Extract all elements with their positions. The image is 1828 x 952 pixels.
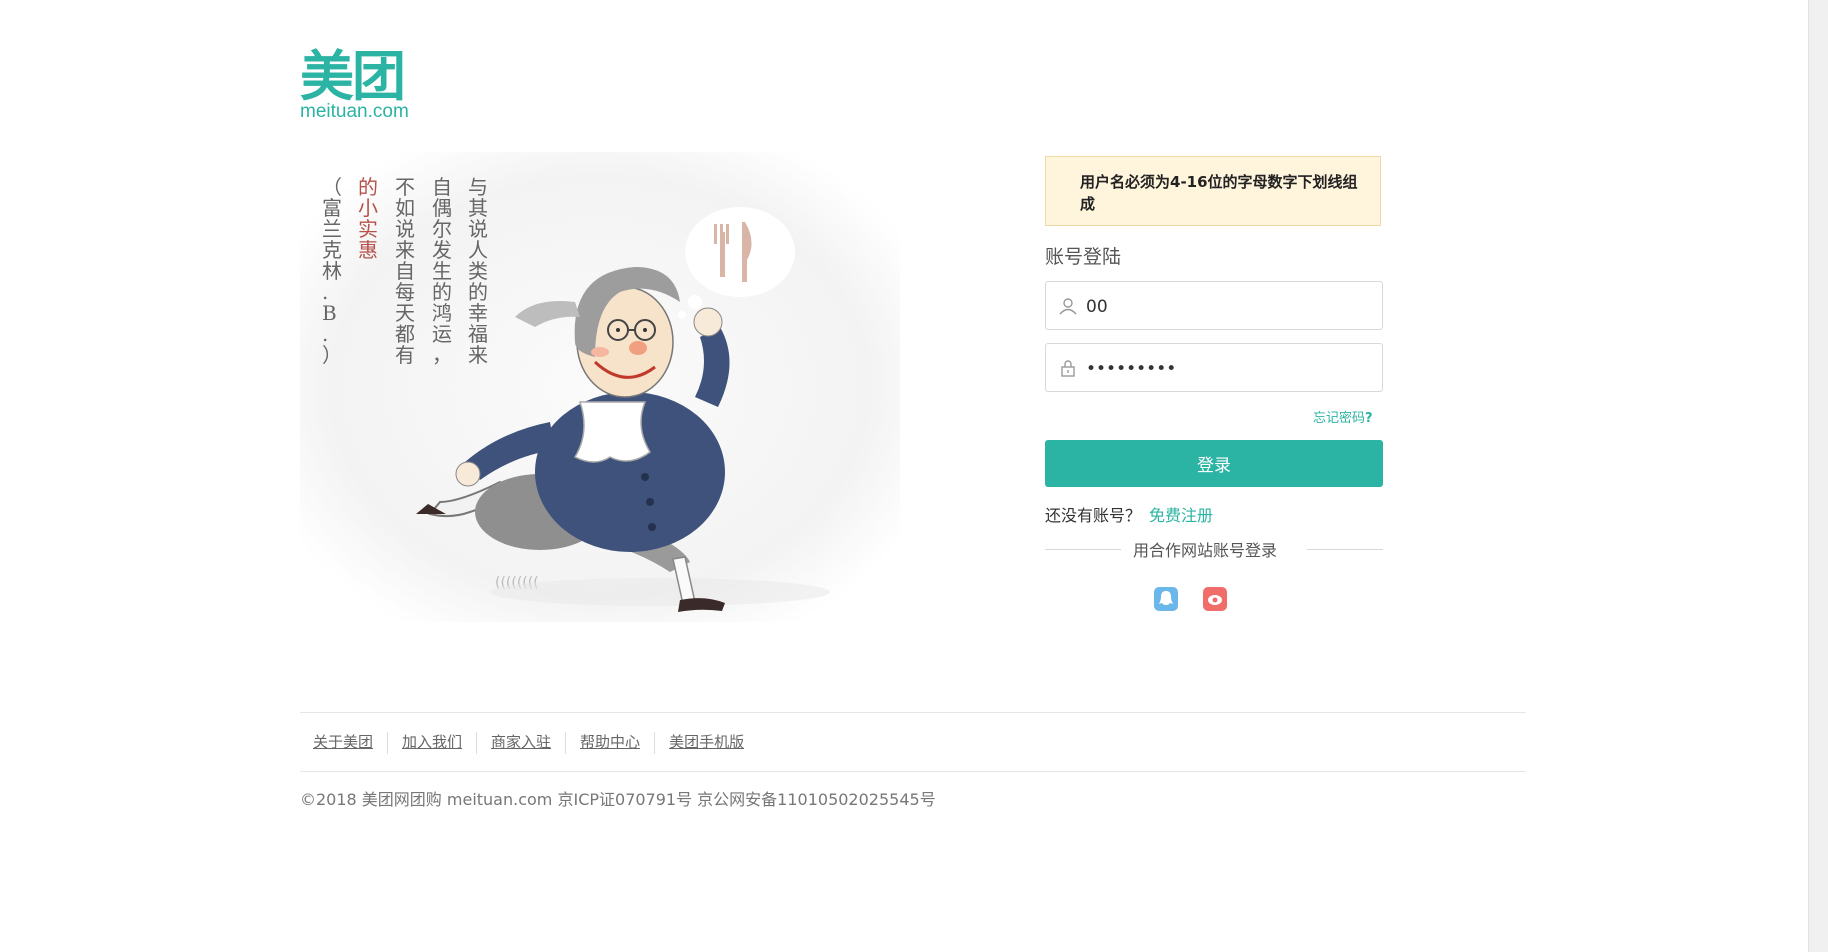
logo-domain: meituan.com xyxy=(300,101,409,122)
register-link[interactable]: 免费注册 xyxy=(1149,506,1213,525)
franklin-illustration: 与其说人类的幸福来 自偶尔发生的鸿运， 不如说来自每天都有 的小实惠 （富兰克林… xyxy=(300,152,900,622)
username-field[interactable] xyxy=(1045,281,1383,330)
register-prompt: 还没有账号？ 免费注册 xyxy=(1045,502,1213,526)
copyright-text: ©2018 美团网团购 meituan.com 京ICP证070791号 京公网… xyxy=(300,790,936,809)
footer-link-about[interactable]: 关于美团 xyxy=(300,732,387,754)
lock-icon xyxy=(1061,360,1075,377)
meituan-logo[interactable]: 美团 meituan.com xyxy=(300,48,420,123)
weibo-eye-icon xyxy=(1208,595,1222,605)
qq-login-icon[interactable] xyxy=(1154,587,1178,611)
footer-link-help[interactable]: 帮助中心 xyxy=(565,732,654,754)
partner-login-label: 用合作网站账号登录 xyxy=(1133,541,1278,560)
logo-chinese: 美团 xyxy=(300,45,406,108)
password-input[interactable] xyxy=(1084,354,1368,384)
quote-col-4: 的小实惠 xyxy=(358,175,378,262)
footer-divider-top xyxy=(300,712,1526,713)
footer-divider-bottom xyxy=(300,771,1526,772)
page-scrollbar[interactable] xyxy=(1808,0,1828,952)
user-icon xyxy=(1059,298,1077,315)
password-field[interactable] xyxy=(1045,343,1383,392)
divider-line-right xyxy=(1307,549,1383,550)
quote-col-1: 与其说人类的幸福来 xyxy=(468,175,488,367)
login-button[interactable]: 登录 xyxy=(1045,440,1383,487)
footer-link-join[interactable]: 加入我们 xyxy=(387,732,476,754)
weibo-login-icon[interactable] xyxy=(1203,587,1227,611)
quote-col-2: 自偶尔发生的鸿运， xyxy=(432,175,452,367)
footer-link-mobile[interactable]: 美团手机版 xyxy=(654,732,758,754)
qq-penguin-icon xyxy=(1159,591,1173,605)
forgot-question-mark: ? xyxy=(1365,411,1373,426)
forgot-password-link[interactable]: 忘记密码? xyxy=(1313,407,1373,426)
footer-links: 关于美团 加入我们 商家入驻 帮助中心 美团手机版 xyxy=(300,732,758,754)
quote-col-3: 不如说来自每天都有 xyxy=(395,175,415,367)
login-title: 账号登陆 xyxy=(1045,246,1122,268)
partner-login-divider: 用合作网站账号登录 xyxy=(1045,537,1383,561)
forgot-password-label: 忘记密码 xyxy=(1313,411,1366,426)
divider-line-left xyxy=(1045,549,1121,550)
footer-link-merchant[interactable]: 商家入驻 xyxy=(476,732,565,754)
username-input[interactable] xyxy=(1084,292,1368,322)
no-account-text: 还没有账号？ xyxy=(1045,506,1142,525)
validation-notice: 用户名必须为4-16位的字母数字下划线组成 xyxy=(1045,156,1381,226)
